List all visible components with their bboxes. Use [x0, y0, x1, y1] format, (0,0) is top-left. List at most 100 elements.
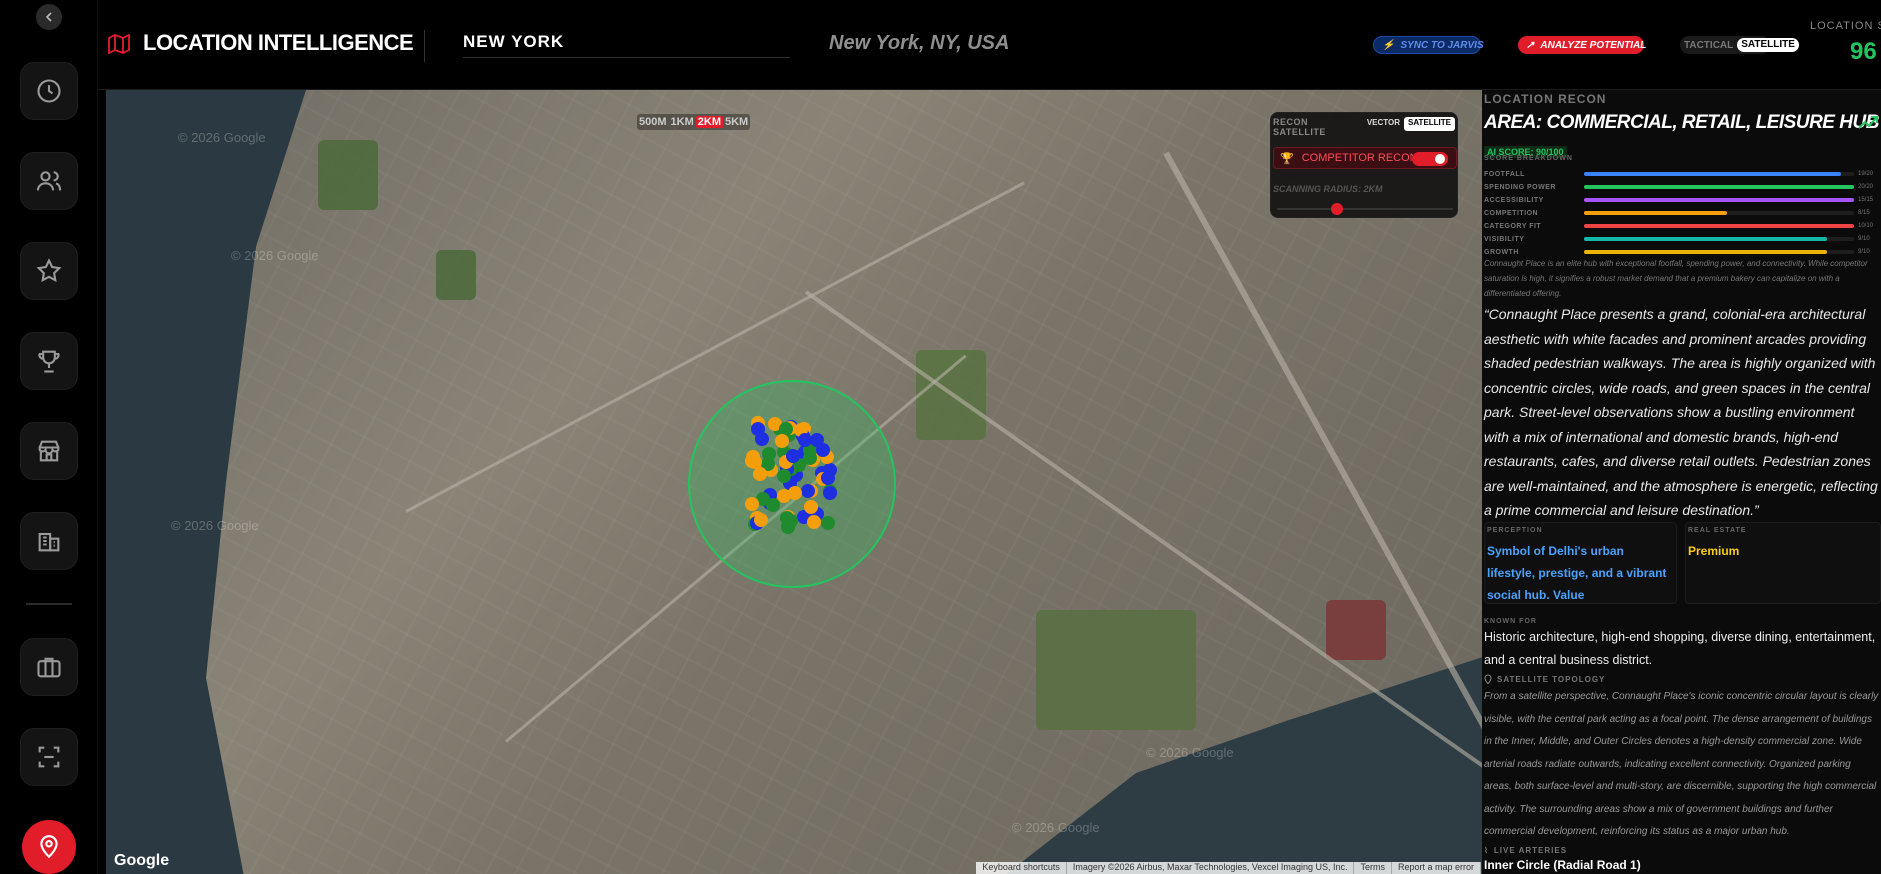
score-bar-track: [1584, 211, 1854, 215]
perception-value: Symbol of Delhi's urban lifestyle, prest…: [1487, 544, 1667, 602]
mode-option-vector[interactable]: VECTOR: [1363, 117, 1404, 131]
real-estate-card: REAL ESTATE Premium: [1685, 522, 1881, 604]
park-area: [318, 140, 378, 210]
view-toggle: TACTICAL SATELLITE: [1680, 36, 1799, 54]
building-icon: [38, 532, 60, 552]
recon-title: RECON SATELLITE: [1273, 117, 1326, 137]
view-option-tactical[interactable]: TACTICAL: [1680, 40, 1737, 51]
map-icon: [108, 34, 130, 54]
sidebar-item-trophy[interactable]: [20, 332, 78, 390]
competitor-marker[interactable]: [804, 500, 819, 515]
score-bar-track: [1584, 185, 1854, 189]
app-root: LOCATION INTELLIGENCE New York, NY, USA …: [0, 0, 1881, 874]
known-for-label: KNOWN FOR: [1484, 618, 1537, 625]
map-watermark: © 2026 Google: [1012, 820, 1100, 835]
locate-button[interactable]: [22, 820, 76, 874]
sidebar-item-scan[interactable]: [20, 728, 78, 786]
competitor-marker[interactable]: [750, 421, 765, 436]
score-row: VISIBILITY 9/10: [1484, 233, 1880, 245]
clock-icon: [37, 79, 61, 103]
artery-item: Inner Circle (Radial Road 1): [1484, 858, 1641, 872]
radius-option-500m[interactable]: 500M: [637, 116, 669, 128]
sidebar-item-briefcase[interactable]: [20, 638, 78, 696]
scanning-radius-slider-thumb[interactable]: [1331, 203, 1343, 215]
competitor-marker[interactable]: [820, 470, 835, 485]
score-row-value: 10/10: [1858, 223, 1874, 229]
map-watermark: © 2026 Google: [231, 248, 319, 263]
sync-label: SYNC TO JARVIS: [1400, 39, 1484, 51]
competitor-marker[interactable]: [777, 468, 792, 483]
competitor-marker[interactable]: [798, 432, 813, 447]
sync-to-jarvis-button[interactable]: ⚡ SYNC TO JARVIS: [1373, 36, 1484, 54]
report-error-link[interactable]: Report a map error: [1392, 862, 1481, 874]
trend-up-icon: [1858, 116, 1878, 129]
score-bar-track: [1584, 172, 1854, 176]
score-bar-fill: [1584, 198, 1854, 202]
view-option-satellite[interactable]: SATELLITE: [1737, 38, 1799, 52]
terms-link[interactable]: Terms: [1354, 862, 1392, 874]
score-bar-track: [1584, 237, 1854, 241]
park-area: [1036, 610, 1196, 730]
score-bar-track: [1584, 224, 1854, 228]
chevron-left-icon: [45, 12, 52, 22]
score-row: FOOTFALL 19/20: [1484, 168, 1880, 180]
topology-text: From a satellite perspective, Connaught …: [1484, 691, 1879, 837]
street-view-quote: “Connaught Place presents a grand, colon…: [1484, 306, 1878, 518]
sidebar-item-favorites[interactable]: [20, 242, 78, 300]
collapse-sidebar-button[interactable]: [36, 4, 62, 30]
score-row-value: 19/20: [1858, 171, 1874, 177]
score-row-value: 9/10: [1858, 236, 1870, 242]
score-row: ACCESSIBILITY 15/15: [1484, 194, 1880, 206]
score-bar-fill: [1584, 237, 1827, 241]
brand-title: LOCATION INTELLIGENCE: [143, 30, 414, 55]
competitor-marker[interactable]: [762, 446, 777, 461]
competitor-marker[interactable]: [779, 511, 794, 526]
scanning-radius-label: SCANNING RADIUS: 2KM: [1273, 184, 1383, 194]
ballfield: [1326, 600, 1386, 660]
arteries-header: ⌇ LIVE ARTERIES: [1484, 846, 1567, 855]
score-row: CATEGORY FIT 10/10: [1484, 220, 1880, 232]
topology-header: SATELLITE TOPOLOGY: [1484, 674, 1605, 684]
competitor-marker[interactable]: [786, 448, 801, 463]
perception-label: PERCEPTION: [1487, 527, 1543, 534]
score-row: COMPETITION 8/15: [1484, 207, 1880, 219]
competitor-marker[interactable]: [806, 514, 821, 529]
competitor-recon-row[interactable]: 🏆 COMPETITOR RECON: [1273, 147, 1457, 169]
trophy-icon: 🏆: [1280, 152, 1294, 165]
area-title: AREA: COMMERCIAL, RETAIL, LEISURE HUB: [1484, 112, 1879, 133]
competitor-marker[interactable]: [753, 512, 768, 527]
competitor-recon-toggle[interactable]: [1412, 152, 1448, 166]
competitor-marker[interactable]: [748, 454, 763, 469]
analyze-label: ANALYZE POTENTIAL: [1540, 39, 1647, 51]
score-row-label: COMPETITION: [1484, 209, 1539, 217]
location-recon-panel: LOCATION RECON AREA: COMMERCIAL, RETAIL,…: [1482, 90, 1881, 874]
map-watermark: © 2026 Google: [171, 518, 259, 533]
analyze-potential-button[interactable]: ↗ ANALYZE POTENTIAL: [1518, 36, 1647, 54]
imagery-credit: Imagery ©2026 Airbus, Maxar Technologies…: [1067, 862, 1355, 874]
radius-option-5km[interactable]: 5KM: [723, 116, 750, 128]
scanning-radius-slider-track[interactable]: [1277, 208, 1453, 210]
header-divider: [424, 30, 425, 62]
sidebar-item-users[interactable]: [20, 152, 78, 210]
known-for-text: Historic architecture, high-end shopping…: [1484, 630, 1876, 667]
score-row: SPENDING POWER 20/20: [1484, 181, 1880, 193]
bolt-icon: ⚡: [1382, 39, 1395, 51]
sidebar: [0, 0, 98, 874]
sidebar-item-store[interactable]: [20, 422, 78, 480]
competitor-marker[interactable]: [744, 497, 759, 512]
score-row-label: ACCESSIBILITY: [1484, 196, 1544, 204]
radius-option-2km[interactable]: 2KM: [695, 116, 723, 128]
google-logo: Google: [114, 852, 170, 869]
trophy-icon: [38, 350, 60, 373]
radius-option-1km[interactable]: 1KM: [669, 116, 696, 128]
panel-kicker: LOCATION RECON: [1484, 92, 1607, 106]
map-attribution: Keyboard shortcuts Imagery ©2026 Airbus,…: [976, 862, 1481, 874]
competitor-marker[interactable]: [752, 466, 767, 481]
sidebar-item-history[interactable]: [20, 62, 78, 120]
mode-option-satellite[interactable]: SATELLITE: [1404, 117, 1455, 131]
score-breakdown-label: SCORE BREAKDOWN: [1484, 155, 1573, 162]
sidebar-item-buildings[interactable]: [20, 512, 78, 570]
city-input[interactable]: [463, 26, 790, 57]
competitor-marker[interactable]: [810, 432, 825, 447]
keyboard-shortcuts-link[interactable]: Keyboard shortcuts: [976, 862, 1067, 874]
